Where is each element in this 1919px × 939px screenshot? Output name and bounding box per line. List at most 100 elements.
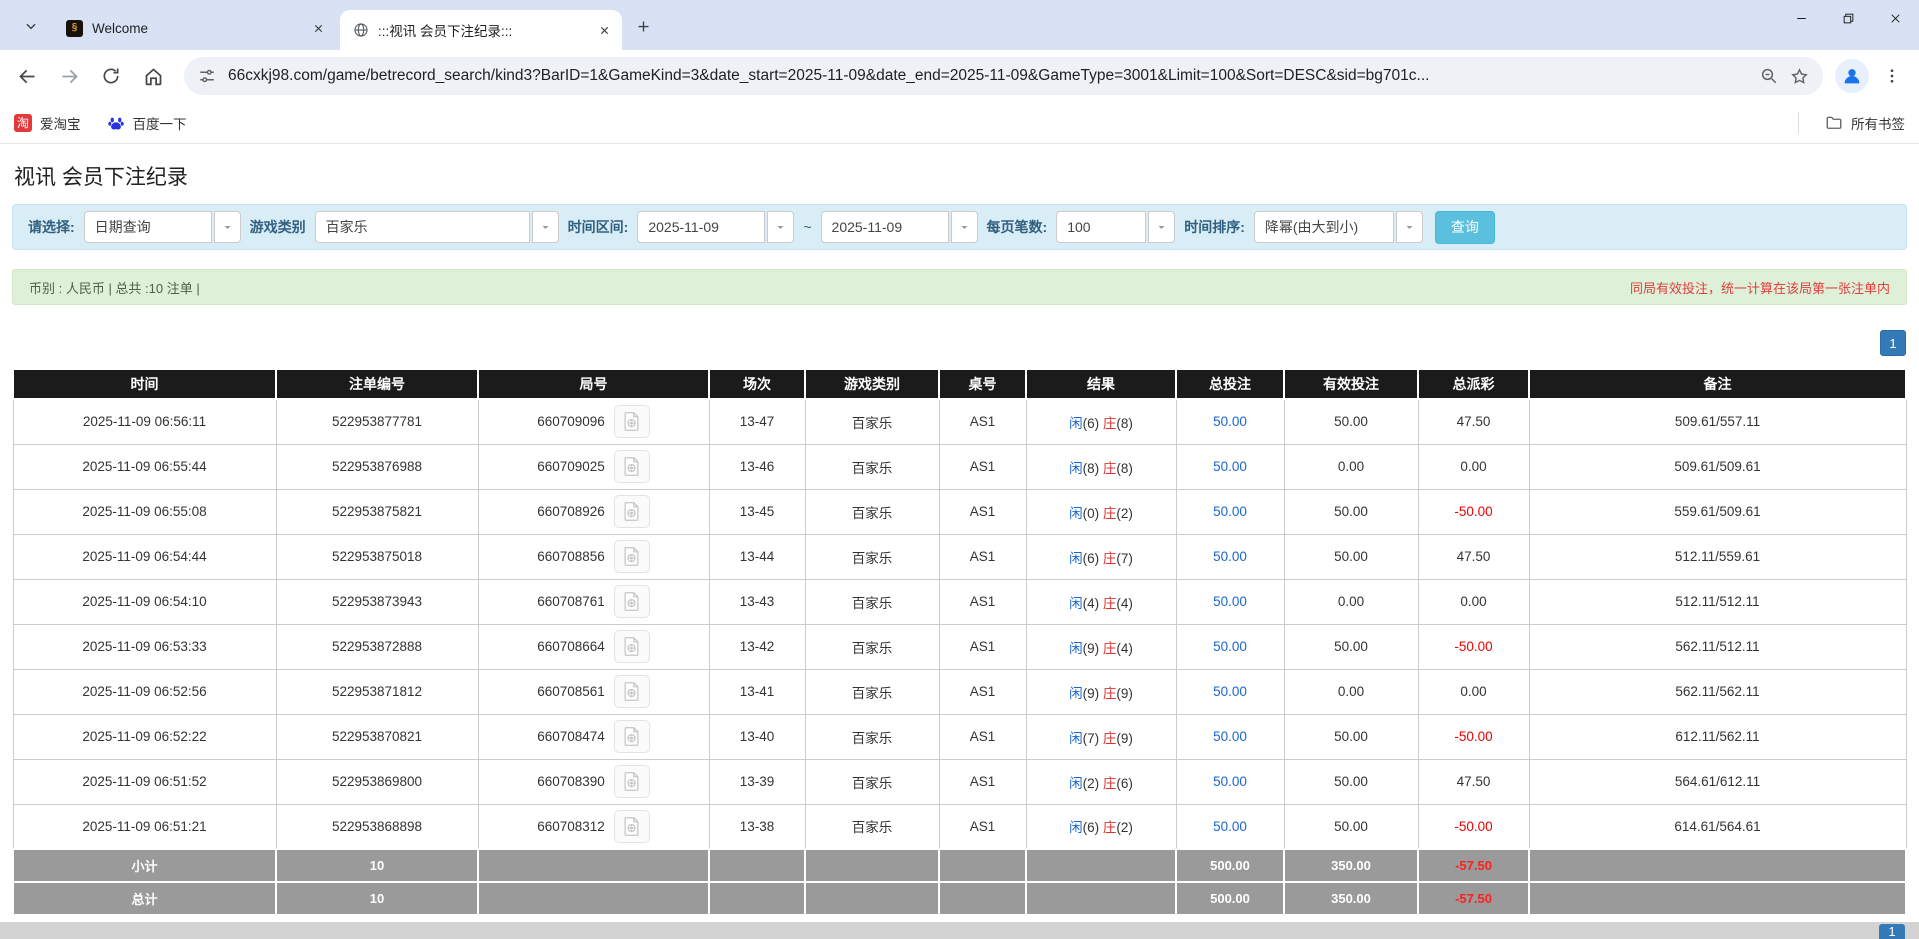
restore-button[interactable] <box>1825 0 1872 36</box>
currency-summary-text: 币别 : 人民币 | 总共 :10 注单 | <box>29 278 200 297</box>
cell-session: 13-42 <box>709 624 805 669</box>
bookmark-baidu[interactable]: 百度一下 <box>107 113 187 133</box>
game-type-select[interactable]: 百家乐 <box>315 211 559 243</box>
minimize-button[interactable] <box>1778 0 1825 36</box>
caret-down-icon[interactable] <box>951 211 978 243</box>
caret-down-icon[interactable] <box>1396 211 1423 243</box>
video-replay-button[interactable] <box>614 450 650 483</box>
site-settings-icon[interactable] <box>198 67 216 85</box>
cell-payout: -50.00 <box>1418 804 1529 849</box>
header-bet-id: 注单编号 <box>276 369 478 399</box>
total-bet-link[interactable]: 50.00 <box>1213 459 1247 474</box>
cell-round: 660708664 <box>478 624 709 669</box>
total-total-bet: 500.00 <box>1176 882 1284 915</box>
tab-search-button[interactable] <box>16 11 46 41</box>
profile-button[interactable] <box>1835 59 1869 93</box>
cell-remark: 512.11/512.11 <box>1529 579 1906 624</box>
page-size-select[interactable]: 100 <box>1056 211 1175 243</box>
all-bookmarks-button[interactable]: 所有书签 <box>1825 113 1905 133</box>
home-button[interactable] <box>134 57 172 95</box>
search-button[interactable]: 查询 <box>1435 211 1495 244</box>
total-bet-link[interactable]: 50.00 <box>1213 504 1247 519</box>
total-bet-link[interactable]: 50.00 <box>1213 684 1247 699</box>
cell-remark: 612.11/562.11 <box>1529 714 1906 759</box>
video-replay-button[interactable] <box>614 675 650 708</box>
header-game: 游戏类别 <box>805 369 939 399</box>
cell-session: 13-46 <box>709 444 805 489</box>
caret-down-icon[interactable] <box>214 211 241 243</box>
total-count: 10 <box>276 882 478 915</box>
subtotal-total-bet: 500.00 <box>1176 849 1284 882</box>
bookmark-label: 百度一下 <box>133 113 187 133</box>
reload-button[interactable] <box>92 57 130 95</box>
cell-result: 闲(0) 庄(2) <box>1026 489 1176 534</box>
browser-menu-button[interactable] <box>1873 57 1911 95</box>
tab-welcome[interactable]: § Welcome <box>54 11 336 45</box>
folder-icon <box>1825 114 1843 132</box>
new-tab-button[interactable] <box>628 11 658 41</box>
cell-session: 13-47 <box>709 399 805 444</box>
header-session: 场次 <box>709 369 805 399</box>
video-replay-button[interactable] <box>614 405 650 438</box>
video-replay-button[interactable] <box>614 720 650 753</box>
total-bet-link[interactable]: 50.00 <box>1213 594 1247 609</box>
cell-time: 2025-11-09 06:53:33 <box>13 624 276 669</box>
total-bet-link[interactable]: 50.00 <box>1213 549 1247 564</box>
table-row: 2025-11-09 06:56:11522953877781660709096… <box>13 399 1906 444</box>
cell-time: 2025-11-09 06:51:52 <box>13 759 276 804</box>
caret-down-icon[interactable] <box>1148 211 1175 243</box>
total-bet-link[interactable]: 50.00 <box>1213 414 1247 429</box>
url-text[interactable]: 66cxkj98.com/game/betrecord_search/kind3… <box>228 67 1748 85</box>
cell-game: 百家乐 <box>805 444 939 489</box>
cell-round: 660708312 <box>478 804 709 849</box>
cell-bet-id: 522953876988 <box>276 444 478 489</box>
page-1-button[interactable]: 1 <box>1880 330 1906 356</box>
total-bet-link[interactable]: 50.00 <box>1213 774 1247 789</box>
video-replay-button[interactable] <box>614 810 650 843</box>
cell-round: 660708856 <box>478 534 709 579</box>
cell-payout: 47.50 <box>1418 399 1529 444</box>
query-type-select[interactable]: 日期查询 <box>84 211 241 243</box>
cell-valid-bet: 50.00 <box>1284 759 1418 804</box>
back-button[interactable] <box>8 57 46 95</box>
address-bar[interactable]: 66cxkj98.com/game/betrecord_search/kind3… <box>184 57 1823 95</box>
cell-valid-bet: 0.00 <box>1284 579 1418 624</box>
table-row: 2025-11-09 06:52:22522953870821660708474… <box>13 714 1906 759</box>
date-start-picker[interactable]: 2025-11-09 <box>637 211 794 243</box>
cell-result: 闲(6) 庄(2) <box>1026 804 1176 849</box>
total-bet-link[interactable]: 50.00 <box>1213 729 1247 744</box>
video-replay-button[interactable] <box>614 540 650 573</box>
zoom-out-icon[interactable] <box>1760 67 1778 85</box>
total-bet-link[interactable]: 50.00 <box>1213 639 1247 654</box>
bookmark-star-icon[interactable] <box>1790 67 1809 86</box>
caret-down-icon[interactable] <box>532 211 559 243</box>
cell-game: 百家乐 <box>805 399 939 444</box>
tab-close-icon[interactable] <box>308 18 328 38</box>
tab-betrecord[interactable]: :::视讯 会员下注纪录::: <box>340 10 622 50</box>
cell-valid-bet: 50.00 <box>1284 534 1418 579</box>
cell-result: 闲(9) 庄(9) <box>1026 669 1176 714</box>
video-replay-button[interactable] <box>614 585 650 618</box>
total-label: 总计 <box>13 882 276 915</box>
tab-close-icon[interactable] <box>594 20 614 40</box>
cell-valid-bet: 50.00 <box>1284 624 1418 669</box>
cell-result: 闲(6) 庄(7) <box>1026 534 1176 579</box>
cell-remark: 614.61/564.61 <box>1529 804 1906 849</box>
sort-order-select[interactable]: 降幂(由大到小) <box>1254 211 1423 243</box>
header-valid-bet: 有效投注 <box>1284 369 1418 399</box>
cell-total-bet: 50.00 <box>1176 804 1284 849</box>
bottom-page-1-button[interactable]: 1 <box>1879 924 1905 939</box>
video-replay-button[interactable] <box>614 495 650 528</box>
caret-down-icon[interactable] <box>767 211 794 243</box>
video-replay-button[interactable] <box>614 765 650 798</box>
filter-bar: 请选择: 日期查询 游戏类别 百家乐 时间区间: 2025-11-09 ~ 20… <box>12 204 1907 250</box>
cell-remark: 509.61/557.11 <box>1529 399 1906 444</box>
video-replay-button[interactable] <box>614 630 650 663</box>
total-bet-link[interactable]: 50.00 <box>1213 819 1247 834</box>
forward-button[interactable] <box>50 57 88 95</box>
close-window-button[interactable] <box>1872 0 1919 36</box>
date-end-picker[interactable]: 2025-11-09 <box>821 211 978 243</box>
video-record-icon <box>622 681 641 702</box>
bookmark-taobao[interactable]: 淘 爱淘宝 <box>14 113 81 133</box>
cell-result: 闲(8) 庄(8) <box>1026 444 1176 489</box>
